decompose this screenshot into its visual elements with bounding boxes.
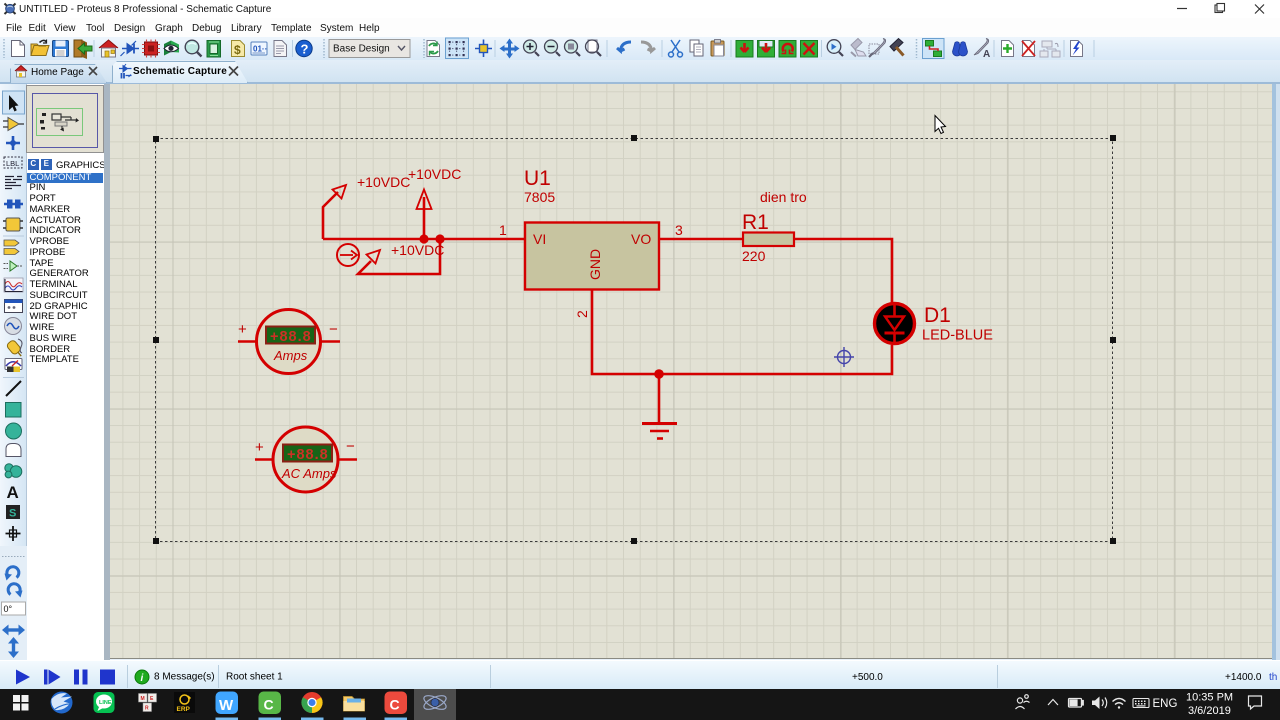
svg-text:W: W xyxy=(219,697,234,714)
svg-text:VO: VO xyxy=(631,231,651,247)
svg-text:+10VDC: +10VDC xyxy=(391,242,444,258)
svg-text:LBL: LBL xyxy=(6,159,19,168)
svg-text:M: M xyxy=(141,696,145,702)
svg-text:+500.0: +500.0 xyxy=(852,672,883,683)
svg-text:3: 3 xyxy=(675,222,683,238)
svg-text:Root sheet 1: Root sheet 1 xyxy=(226,672,283,683)
svg-text:+1400.0: +1400.0 xyxy=(1225,672,1262,683)
svg-text:220: 220 xyxy=(742,248,766,264)
svg-text:R1: R1 xyxy=(742,211,769,234)
svg-text:−: − xyxy=(346,438,355,455)
svg-text:S: S xyxy=(9,508,16,520)
svg-text:GND: GND xyxy=(587,249,603,280)
svg-text:0°: 0° xyxy=(4,604,13,614)
svg-text:1: 1 xyxy=(499,222,507,238)
svg-text:?: ? xyxy=(301,42,309,57)
svg-text:C: C xyxy=(264,697,274,713)
svg-text:7805: 7805 xyxy=(524,189,555,205)
svg-text:Base Design: Base Design xyxy=(333,44,390,55)
svg-text:C: C xyxy=(390,697,400,713)
svg-text:AC Amps: AC Amps xyxy=(281,466,337,481)
svg-text:A: A xyxy=(7,483,19,502)
svg-text:U1: U1 xyxy=(524,167,551,190)
svg-text:+10VDC: +10VDC xyxy=(408,166,461,182)
svg-text:VI: VI xyxy=(533,231,546,247)
svg-text:+88.8: +88.8 xyxy=(270,329,312,345)
svg-text:ENG: ENG xyxy=(1153,698,1178,710)
svg-text:10:35 PM: 10:35 PM xyxy=(1186,692,1233,704)
svg-text:+88.8: +88.8 xyxy=(287,447,329,463)
svg-text:+10VDC: +10VDC xyxy=(357,174,410,190)
svg-text:LED-BLUE: LED-BLUE xyxy=(922,328,993,344)
svg-text:A: A xyxy=(983,49,990,60)
svg-text:+: + xyxy=(238,321,247,338)
svg-text:+: + xyxy=(255,439,264,456)
svg-text:$: $ xyxy=(234,43,241,57)
svg-text:01··: 01·· xyxy=(253,45,267,54)
svg-text:R: R xyxy=(145,706,149,712)
svg-text:LINE: LINE xyxy=(99,700,112,706)
svg-text:8 Message(s): 8 Message(s) xyxy=(154,672,215,683)
svg-text:ERP: ERP xyxy=(177,706,191,713)
svg-text:D1: D1 xyxy=(924,304,951,327)
svg-text:dien tro: dien tro xyxy=(760,189,807,205)
svg-text:2: 2 xyxy=(574,310,590,318)
svg-text:i: i xyxy=(141,673,144,684)
svg-text:−: − xyxy=(329,321,338,338)
svg-text:Amps: Amps xyxy=(273,348,308,363)
svg-text:th: th xyxy=(1269,672,1277,683)
svg-text:3/6/2019: 3/6/2019 xyxy=(1188,705,1231,717)
